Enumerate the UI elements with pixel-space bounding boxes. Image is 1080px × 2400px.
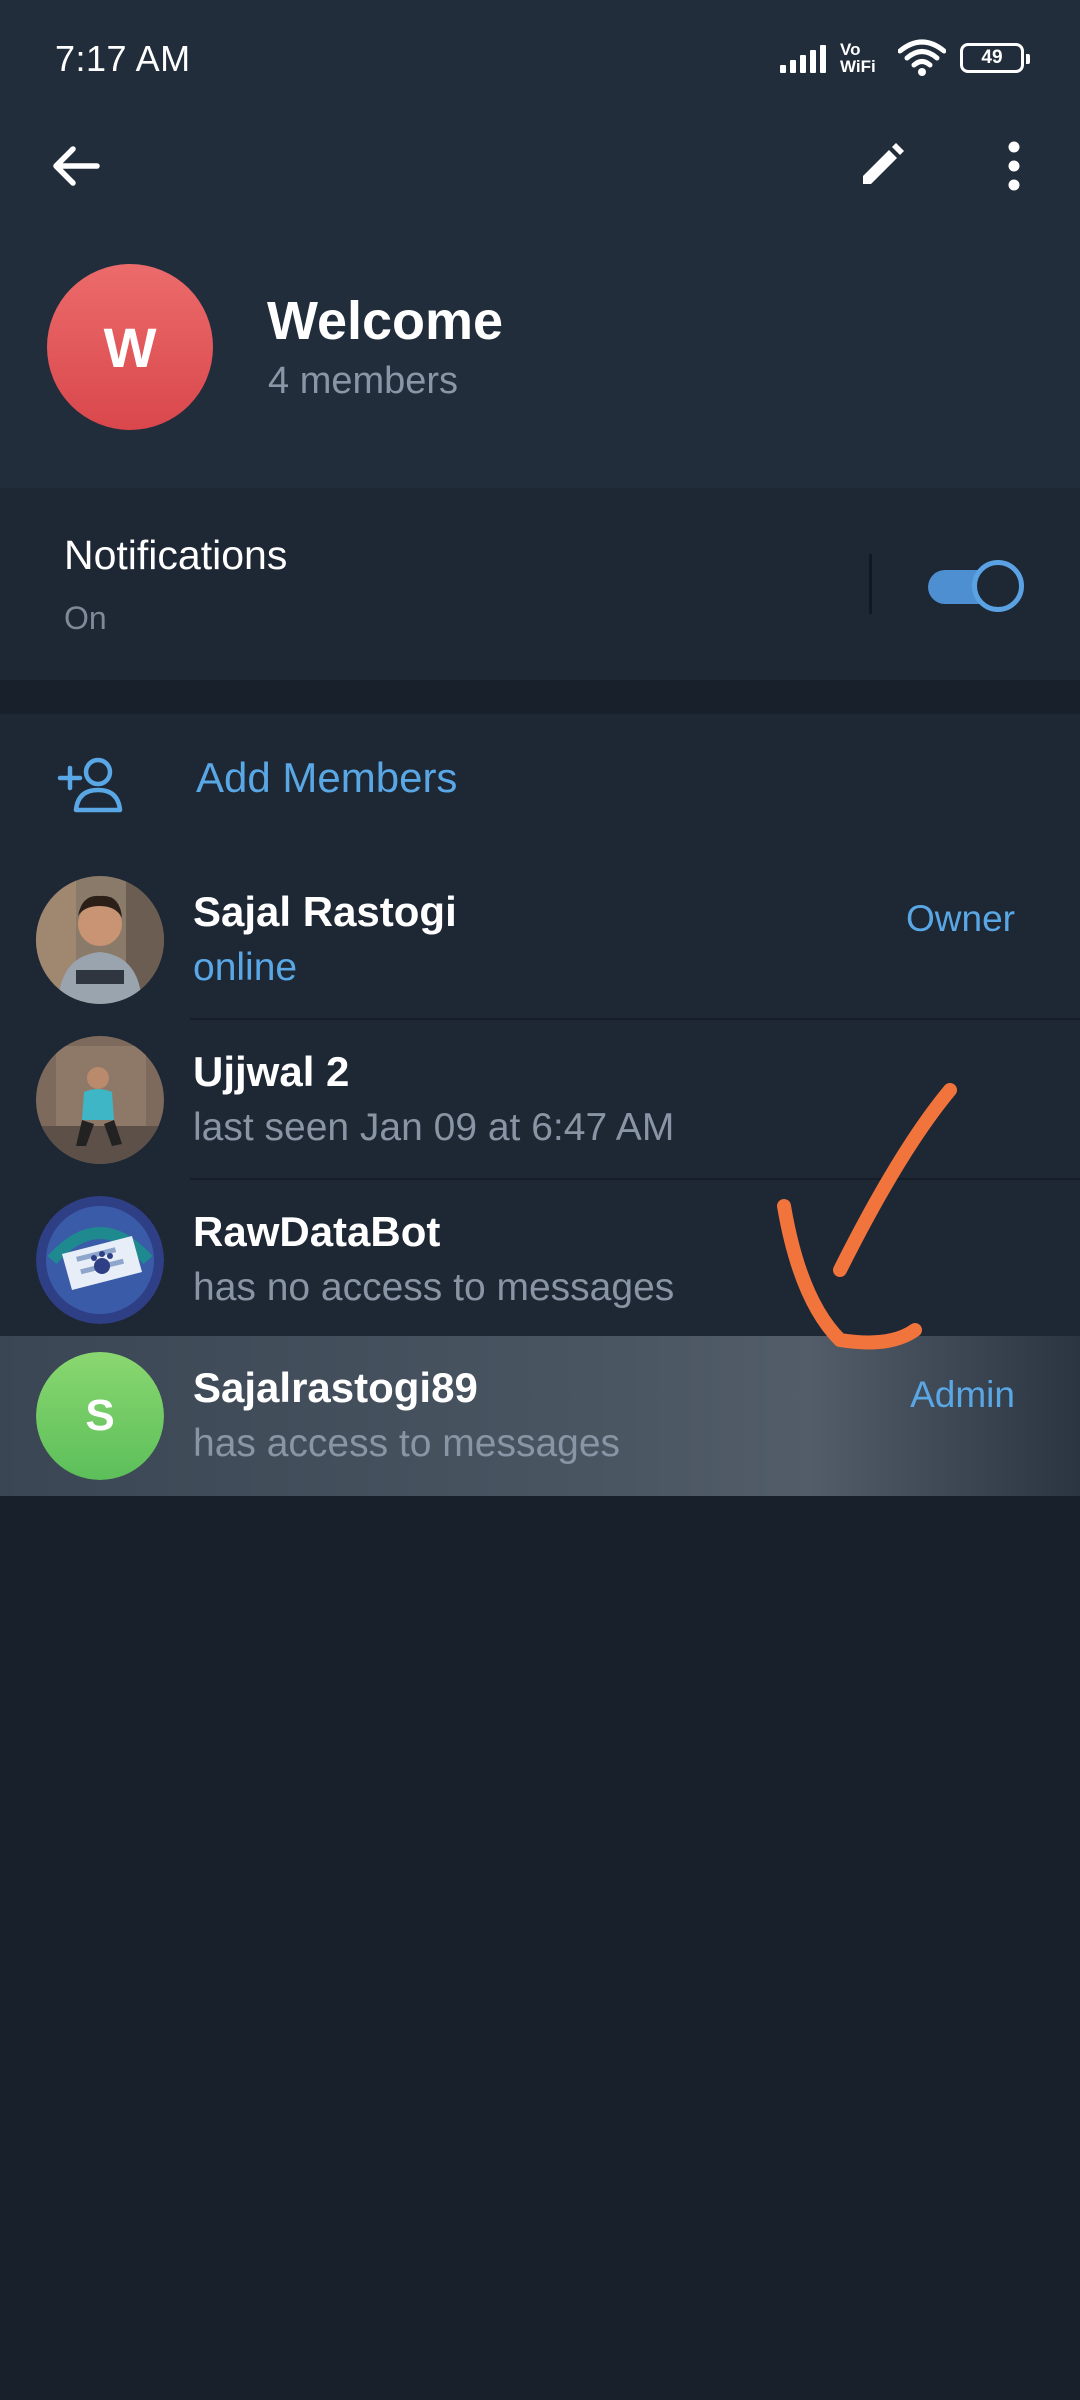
vowifi-icon: Vo WiFi [840, 40, 876, 76]
member-name: Sajalrastogi89 [193, 1364, 478, 1411]
notifications-row[interactable]: Notifications On [0, 488, 1080, 680]
signal-icon [780, 43, 826, 73]
group-avatar[interactable]: W [47, 264, 213, 430]
arrow-left-icon [53, 146, 100, 186]
notifications-label: Notifications [64, 532, 288, 578]
member-avatar-letter: S [36, 1352, 164, 1480]
member-row[interactable]: Sajal Rastogi online Owner [0, 860, 1080, 1020]
add-user-icon [57, 757, 123, 813]
member-avatar [36, 876, 164, 1004]
member-status: has access to messages [193, 1422, 621, 1465]
more-vertical-icon [1008, 141, 1020, 191]
wifi-icon [898, 39, 946, 76]
member-role-badge: Owner [906, 898, 1015, 939]
notifications-divider [869, 554, 872, 614]
member-status: online [193, 946, 298, 989]
status-time: 7:17 AM [55, 38, 191, 79]
add-members-button[interactable]: Add Members [0, 714, 1080, 858]
toggle-knob [972, 560, 1024, 612]
member-name: RawDataBot [193, 1208, 441, 1255]
group-member-count: 4 members [268, 360, 459, 402]
bot-avatar [36, 1196, 164, 1324]
pencil-icon [863, 143, 904, 184]
member-role-badge: Admin [910, 1374, 1015, 1415]
annotation-arrow-icon [777, 1083, 957, 1350]
status-bar: 7:17 AM Vo WiFi 49 [0, 0, 1080, 120]
notifications-value: On [64, 600, 107, 636]
battery-level: 49 [981, 47, 1003, 68]
edit-button[interactable] [845, 130, 917, 202]
member-status: last seen Jan 09 at 6:47 AM [193, 1106, 675, 1149]
add-members-label: Add Members [196, 754, 458, 801]
member-avatar: S [36, 1352, 164, 1480]
profile-header: 7:17 AM Vo WiFi 49 W Welcome 4 members [0, 0, 1080, 488]
member-name: Ujjwal 2 [193, 1048, 350, 1095]
battery-icon: 49 [960, 43, 1030, 73]
more-options-button[interactable] [978, 130, 1050, 202]
notifications-toggle[interactable] [928, 558, 1024, 614]
group-title: Welcome [267, 291, 504, 351]
member-name: Sajal Rastogi [193, 888, 457, 935]
back-button[interactable] [40, 130, 112, 202]
member-avatar [36, 1036, 164, 1164]
group-avatar-letter: W [103, 315, 157, 379]
member-status: has no access to messages [193, 1266, 675, 1309]
status-icons: Vo WiFi 49 [780, 36, 1030, 80]
